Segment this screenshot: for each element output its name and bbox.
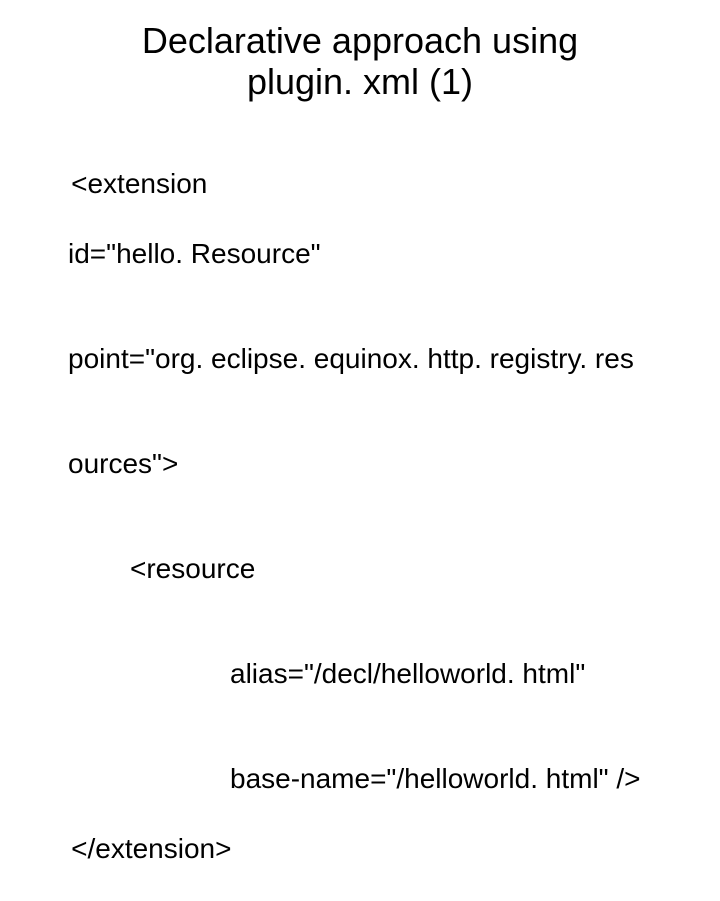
- code-line: </extension>: [71, 833, 231, 864]
- code-line: alias="/decl/helloworld. html": [40, 656, 680, 691]
- code-line: id="hello. Resource": [40, 236, 680, 271]
- code-line: <extension: [71, 168, 207, 199]
- slide: Declarative approach using plugin. xml (…: [0, 0, 720, 540]
- code-line: base-name="/helloworld. html" />: [40, 761, 680, 796]
- slide-title: Declarative approach using plugin. xml (…: [40, 20, 680, 103]
- code-line: ources">: [40, 446, 680, 481]
- code-block: <extension id="hello. Resource" point="o…: [40, 131, 680, 901]
- code-line: point="org. eclipse. equinox. http. regi…: [40, 341, 680, 376]
- title-line-2: plugin. xml (1): [247, 61, 473, 102]
- title-line-1: Declarative approach using: [142, 20, 578, 61]
- code-line: <resource: [40, 551, 680, 586]
